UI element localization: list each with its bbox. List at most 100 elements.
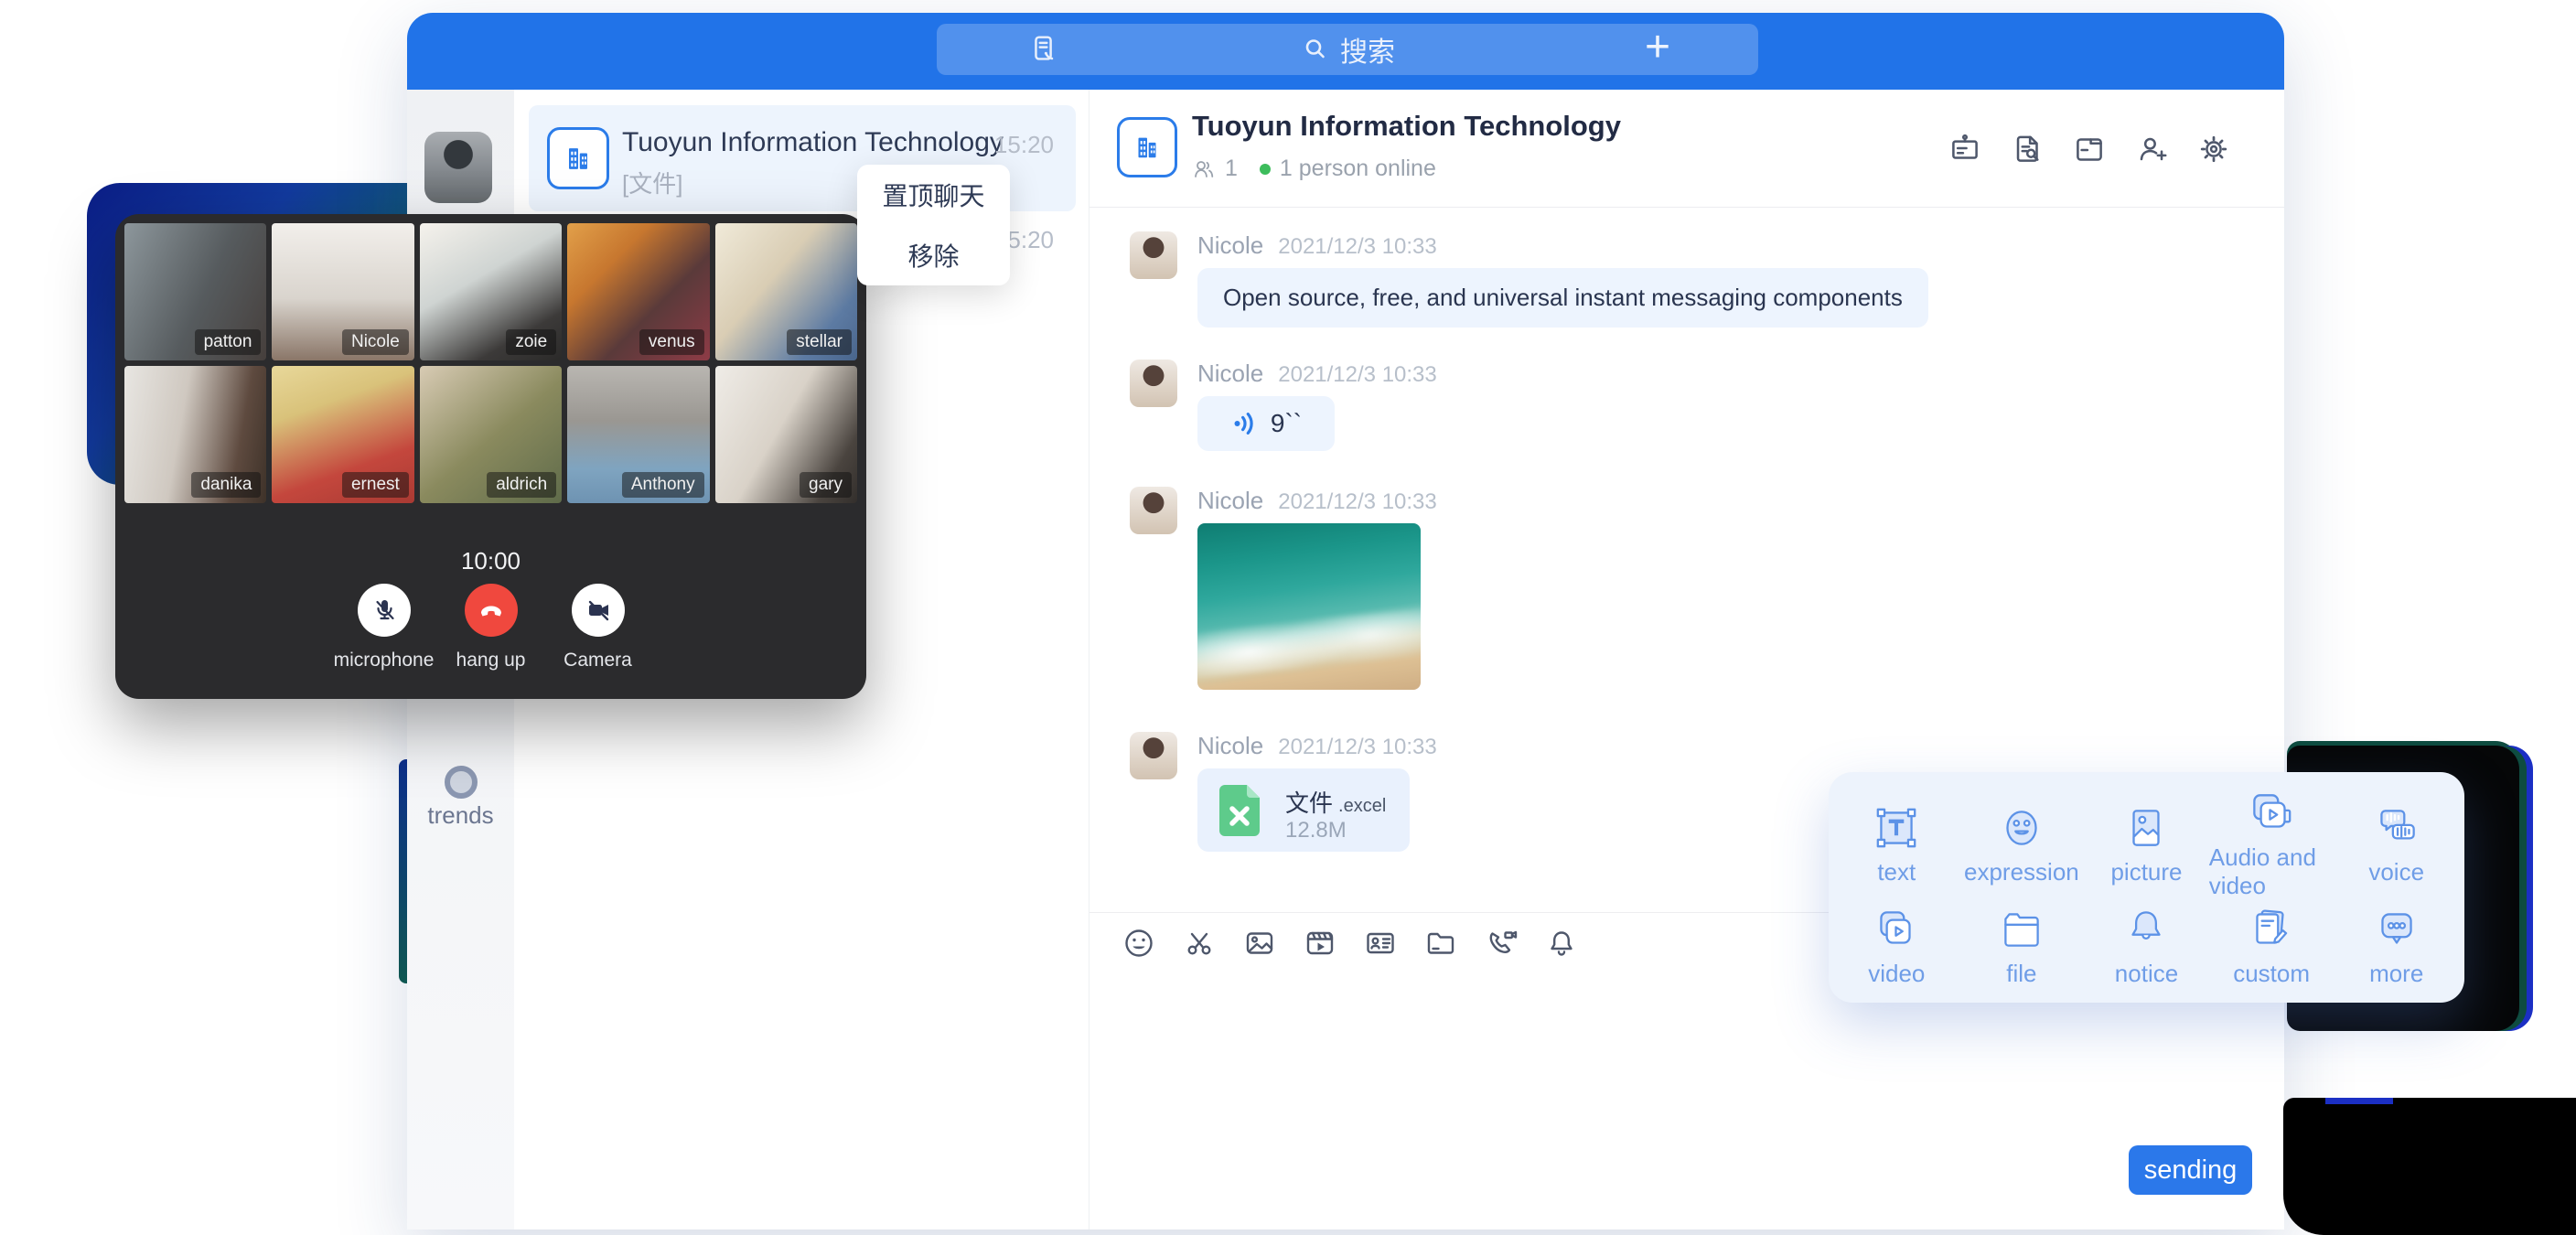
feature-voice[interactable]: voice [2334,787,2459,900]
avatar[interactable] [1130,487,1177,534]
message-time: 2021/12/3 10:33 [1278,234,1437,260]
my-avatar[interactable] [424,132,492,203]
feature-video[interactable]: video [1834,900,1959,990]
camera-button[interactable] [572,584,625,637]
files-icon[interactable] [2070,130,2109,168]
hang-up-button[interactable] [465,584,518,637]
add-member-icon[interactable] [2132,130,2171,168]
microphone-muted-icon [369,595,400,626]
excel-file-icon [1214,781,1265,840]
chat-history-search-icon[interactable] [2008,130,2046,168]
video-icon [1870,903,1923,956]
conversation-time: 15:20 [994,131,1054,159]
sender-name: Nicole [1197,487,1263,515]
participant-grid: patton Nicole zoie venus stellar danika … [124,223,857,503]
emoji-icon[interactable] [1121,925,1157,961]
video-call-panel: patton Nicole zoie venus stellar danika … [115,214,866,699]
file-icon [1995,903,2048,956]
send-button[interactable]: sending [2129,1145,2252,1195]
contact-card-icon[interactable] [1362,925,1399,961]
decor-blob-bottom-right [2283,1098,2576,1235]
notification-icon[interactable] [1543,925,1580,961]
feature-notice[interactable]: notice [2084,900,2209,990]
expression-icon [1995,801,2048,854]
settings-icon[interactable] [2195,130,2233,168]
chat-subtitle: 1 1 person online [1192,156,1436,182]
file-icon[interactable] [1422,925,1459,961]
chat-title: Tuoyun Information Technology [1192,110,1621,143]
file-name: 文件 [1285,789,1333,817]
participant-video: aldrich [420,366,562,503]
menu-item-remove[interactable]: 移除 [857,225,1010,285]
microphone-button[interactable] [358,584,411,637]
search-placeholder: 搜索 [1340,29,1395,70]
search-field[interactable]: 搜索 [937,29,1758,70]
file-size: 12.8M [1285,818,1347,843]
video-icon[interactable] [1302,925,1338,961]
building-icon [1130,130,1165,165]
voice-duration: 9`` [1271,409,1302,438]
avatar[interactable] [1130,231,1177,279]
app-titlebar: 搜索 + [407,13,2284,90]
search-icon [1300,34,1331,65]
feature-more[interactable]: more [2334,900,2459,990]
message-type-panel: text expression picture Audio and video [1829,772,2464,1003]
participant-name: venus [639,329,704,355]
chat-panel: Tuoyun Information Technology 1 1 person… [1089,90,2284,1230]
conversation-title: Tuoyun Information Technology [622,127,1004,158]
online-status: 1 person online [1280,156,1436,182]
sender-name: Nicole [1197,231,1263,260]
voice-bubble[interactable]: 9`` [1197,396,1335,451]
picture-icon[interactable] [1241,925,1278,961]
sidebar-item-trends[interactable]: trends [407,801,514,830]
text-icon [1870,801,1923,854]
group-avatar [547,127,609,189]
avatar[interactable] [1130,732,1177,779]
call-timer: 10:00 [115,547,866,575]
camera-muted-icon [583,595,614,626]
message-voice: Nicole 2021/12/3 10:33 9`` [1130,360,1437,451]
feature-text[interactable]: text [1834,787,1959,900]
camera-label: Camera [564,650,632,671]
hang-up-label: hang up [456,650,526,671]
feature-audio-video[interactable]: Audio and video [2209,787,2334,900]
hang-up-icon [475,594,508,627]
voice-wave-icon [1230,409,1260,438]
participant-video: patton [124,223,266,360]
participant-video: gary [715,366,857,503]
online-dot [1260,164,1271,175]
feature-custom[interactable]: custom [2209,900,2334,990]
trends-icon[interactable] [445,766,478,799]
message-time: 2021/12/3 10:33 [1278,362,1437,388]
file-ext: .excel [1338,796,1386,816]
pinned-board-icon[interactable] [1946,130,1984,168]
avatar[interactable] [1130,360,1177,407]
voice-icon [2370,801,2423,854]
sender-name: Nicole [1197,360,1263,388]
video-call-icon[interactable] [1483,925,1519,961]
call-controls: microphone hang up Camera [115,584,866,671]
screenshot-icon[interactable] [1181,925,1218,961]
participant-name: ernest [342,472,409,498]
file-attachment[interactable]: 文件.excel 12.8M [1197,768,1410,852]
participant-video: venus [567,223,709,360]
feature-file[interactable]: file [1959,900,2085,990]
participant-video: Anthony [567,366,709,503]
participant-name: gary [800,472,852,498]
sender-name: Nicole [1197,732,1263,760]
menu-item-pin-chat[interactable]: 置顶聊天 [857,165,1010,225]
feature-picture[interactable]: picture [2084,787,2209,900]
message-file: Nicole 2021/12/3 10:33 文件.excel 12.8M [1130,732,1437,852]
chat-header: Tuoyun Information Technology 1 1 person… [1089,90,2284,208]
participant-video: Nicole [272,223,413,360]
add-button[interactable]: + [1645,22,1670,73]
feature-expression[interactable]: expression [1959,787,2085,900]
conversation-last-message: [文件] [622,166,682,199]
search-bar[interactable]: 搜索 + [937,24,1758,75]
message-time: 2021/12/3 10:33 [1278,489,1437,515]
image-attachment[interactable] [1197,523,1421,690]
message-image: Nicole 2021/12/3 10:33 [1130,487,1437,690]
context-menu: 置顶聊天 移除 [857,165,1010,285]
participant-name: Nicole [342,329,409,355]
participant-name: zoie [506,329,556,355]
